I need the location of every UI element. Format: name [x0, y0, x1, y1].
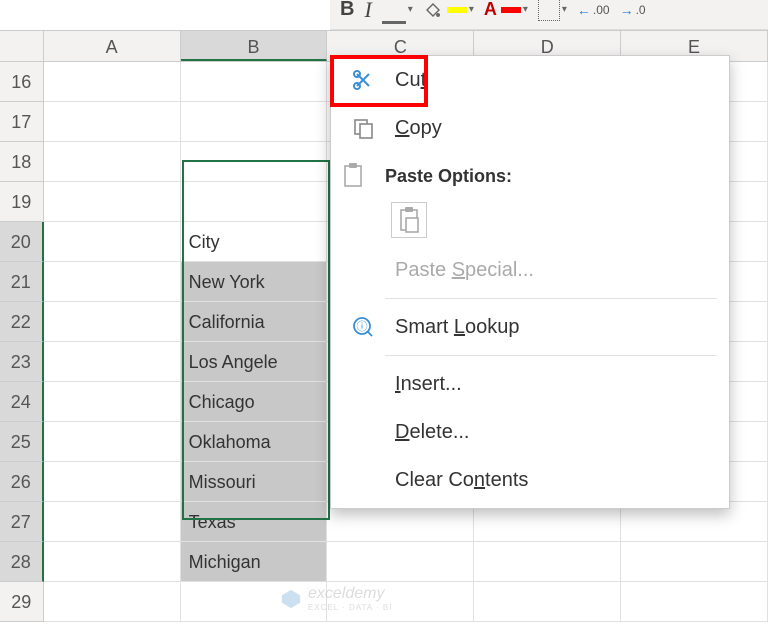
italic-button[interactable]: I [364, 0, 371, 23]
menu-clear-contents[interactable]: Clear Contents [331, 456, 729, 504]
cell-B25[interactable]: Oklahoma [181, 422, 328, 462]
menu-cut[interactable]: Cut [331, 56, 729, 104]
row-header[interactable]: 16 [0, 62, 44, 102]
decrease-decimal-button[interactable]: ←.00 [577, 2, 610, 18]
cell-B23[interactable]: Los Angele [181, 342, 328, 382]
menu-delete-label: Delete... [395, 421, 470, 444]
row-header[interactable]: 24 [0, 382, 44, 422]
fill-icon [423, 0, 443, 20]
cell-B20[interactable]: City [181, 222, 328, 262]
menu-insert-label: Insert... [395, 373, 462, 396]
cell-B27[interactable]: Texas [181, 502, 328, 542]
menu-separator [385, 355, 717, 356]
bold-button[interactable]: B [340, 0, 354, 21]
paste-options-label: Paste Options: [385, 166, 512, 187]
underline-button[interactable]: ▾ [382, 0, 413, 24]
menu-clear-contents-label: Clear Contents [395, 469, 528, 492]
menu-paste-default[interactable] [331, 200, 729, 246]
menu-cut-label: Cut [395, 69, 426, 92]
menu-delete[interactable]: Delete... [331, 408, 729, 456]
row-header[interactable]: 27 [0, 502, 44, 542]
column-header-A[interactable]: A [44, 31, 181, 61]
font-color-button[interactable]: A ▾ [484, 0, 528, 20]
select-all-corner[interactable] [0, 31, 44, 61]
row-header[interactable]: 22 [0, 302, 44, 342]
column-header-B[interactable]: B [181, 31, 328, 61]
menu-copy[interactable]: Copy [331, 104, 729, 152]
row-header[interactable]: 26 [0, 462, 44, 502]
row-header[interactable]: 21 [0, 262, 44, 302]
cell-B22[interactable]: California [181, 302, 328, 342]
svg-text:ⓘ: ⓘ [357, 320, 368, 333]
row-header[interactable]: 25 [0, 422, 44, 462]
cell-B21[interactable]: New York [181, 262, 328, 302]
paste-icon [391, 202, 427, 238]
row-header[interactable]: 28 [0, 542, 44, 582]
menu-separator [385, 298, 717, 299]
row-header[interactable]: 23 [0, 342, 44, 382]
clipboard-icon [339, 162, 367, 190]
menu-paste-special-label: Paste Special... [395, 259, 534, 282]
cell-B24[interactable]: Chicago [181, 382, 328, 422]
row-header[interactable]: 19 [0, 182, 44, 222]
increase-decimal-button[interactable]: →.0 [620, 2, 646, 18]
scissors-icon [349, 66, 377, 94]
menu-smart-lookup[interactable]: ⓘ Smart Lookup [331, 303, 729, 351]
menu-smart-lookup-label: Smart Lookup [395, 316, 520, 339]
fill-color-button[interactable]: ▾ [423, 0, 474, 20]
row-header[interactable]: 17 [0, 102, 44, 142]
context-menu: Cut Copy Paste Options: Paste Special...… [330, 55, 730, 509]
row-header[interactable]: 18 [0, 142, 44, 182]
cell-B26[interactable]: Missouri [181, 462, 328, 502]
menu-paste-options-header: Paste Options: [331, 152, 729, 200]
row-header[interactable]: 20 [0, 222, 44, 262]
menu-copy-label: Copy [395, 117, 442, 140]
row-header[interactable]: 29 [0, 582, 44, 622]
mini-toolbar: B I ▾ ▾ A ▾ ▾ ←.00 →.0 [330, 0, 768, 30]
cell-B28[interactable]: Michigan [181, 542, 328, 582]
smart-lookup-icon: ⓘ [349, 313, 377, 341]
borders-button[interactable]: ▾ [538, 0, 567, 21]
copy-icon [349, 114, 377, 142]
menu-insert[interactable]: Insert... [331, 360, 729, 408]
menu-paste-special: Paste Special... [331, 246, 729, 294]
